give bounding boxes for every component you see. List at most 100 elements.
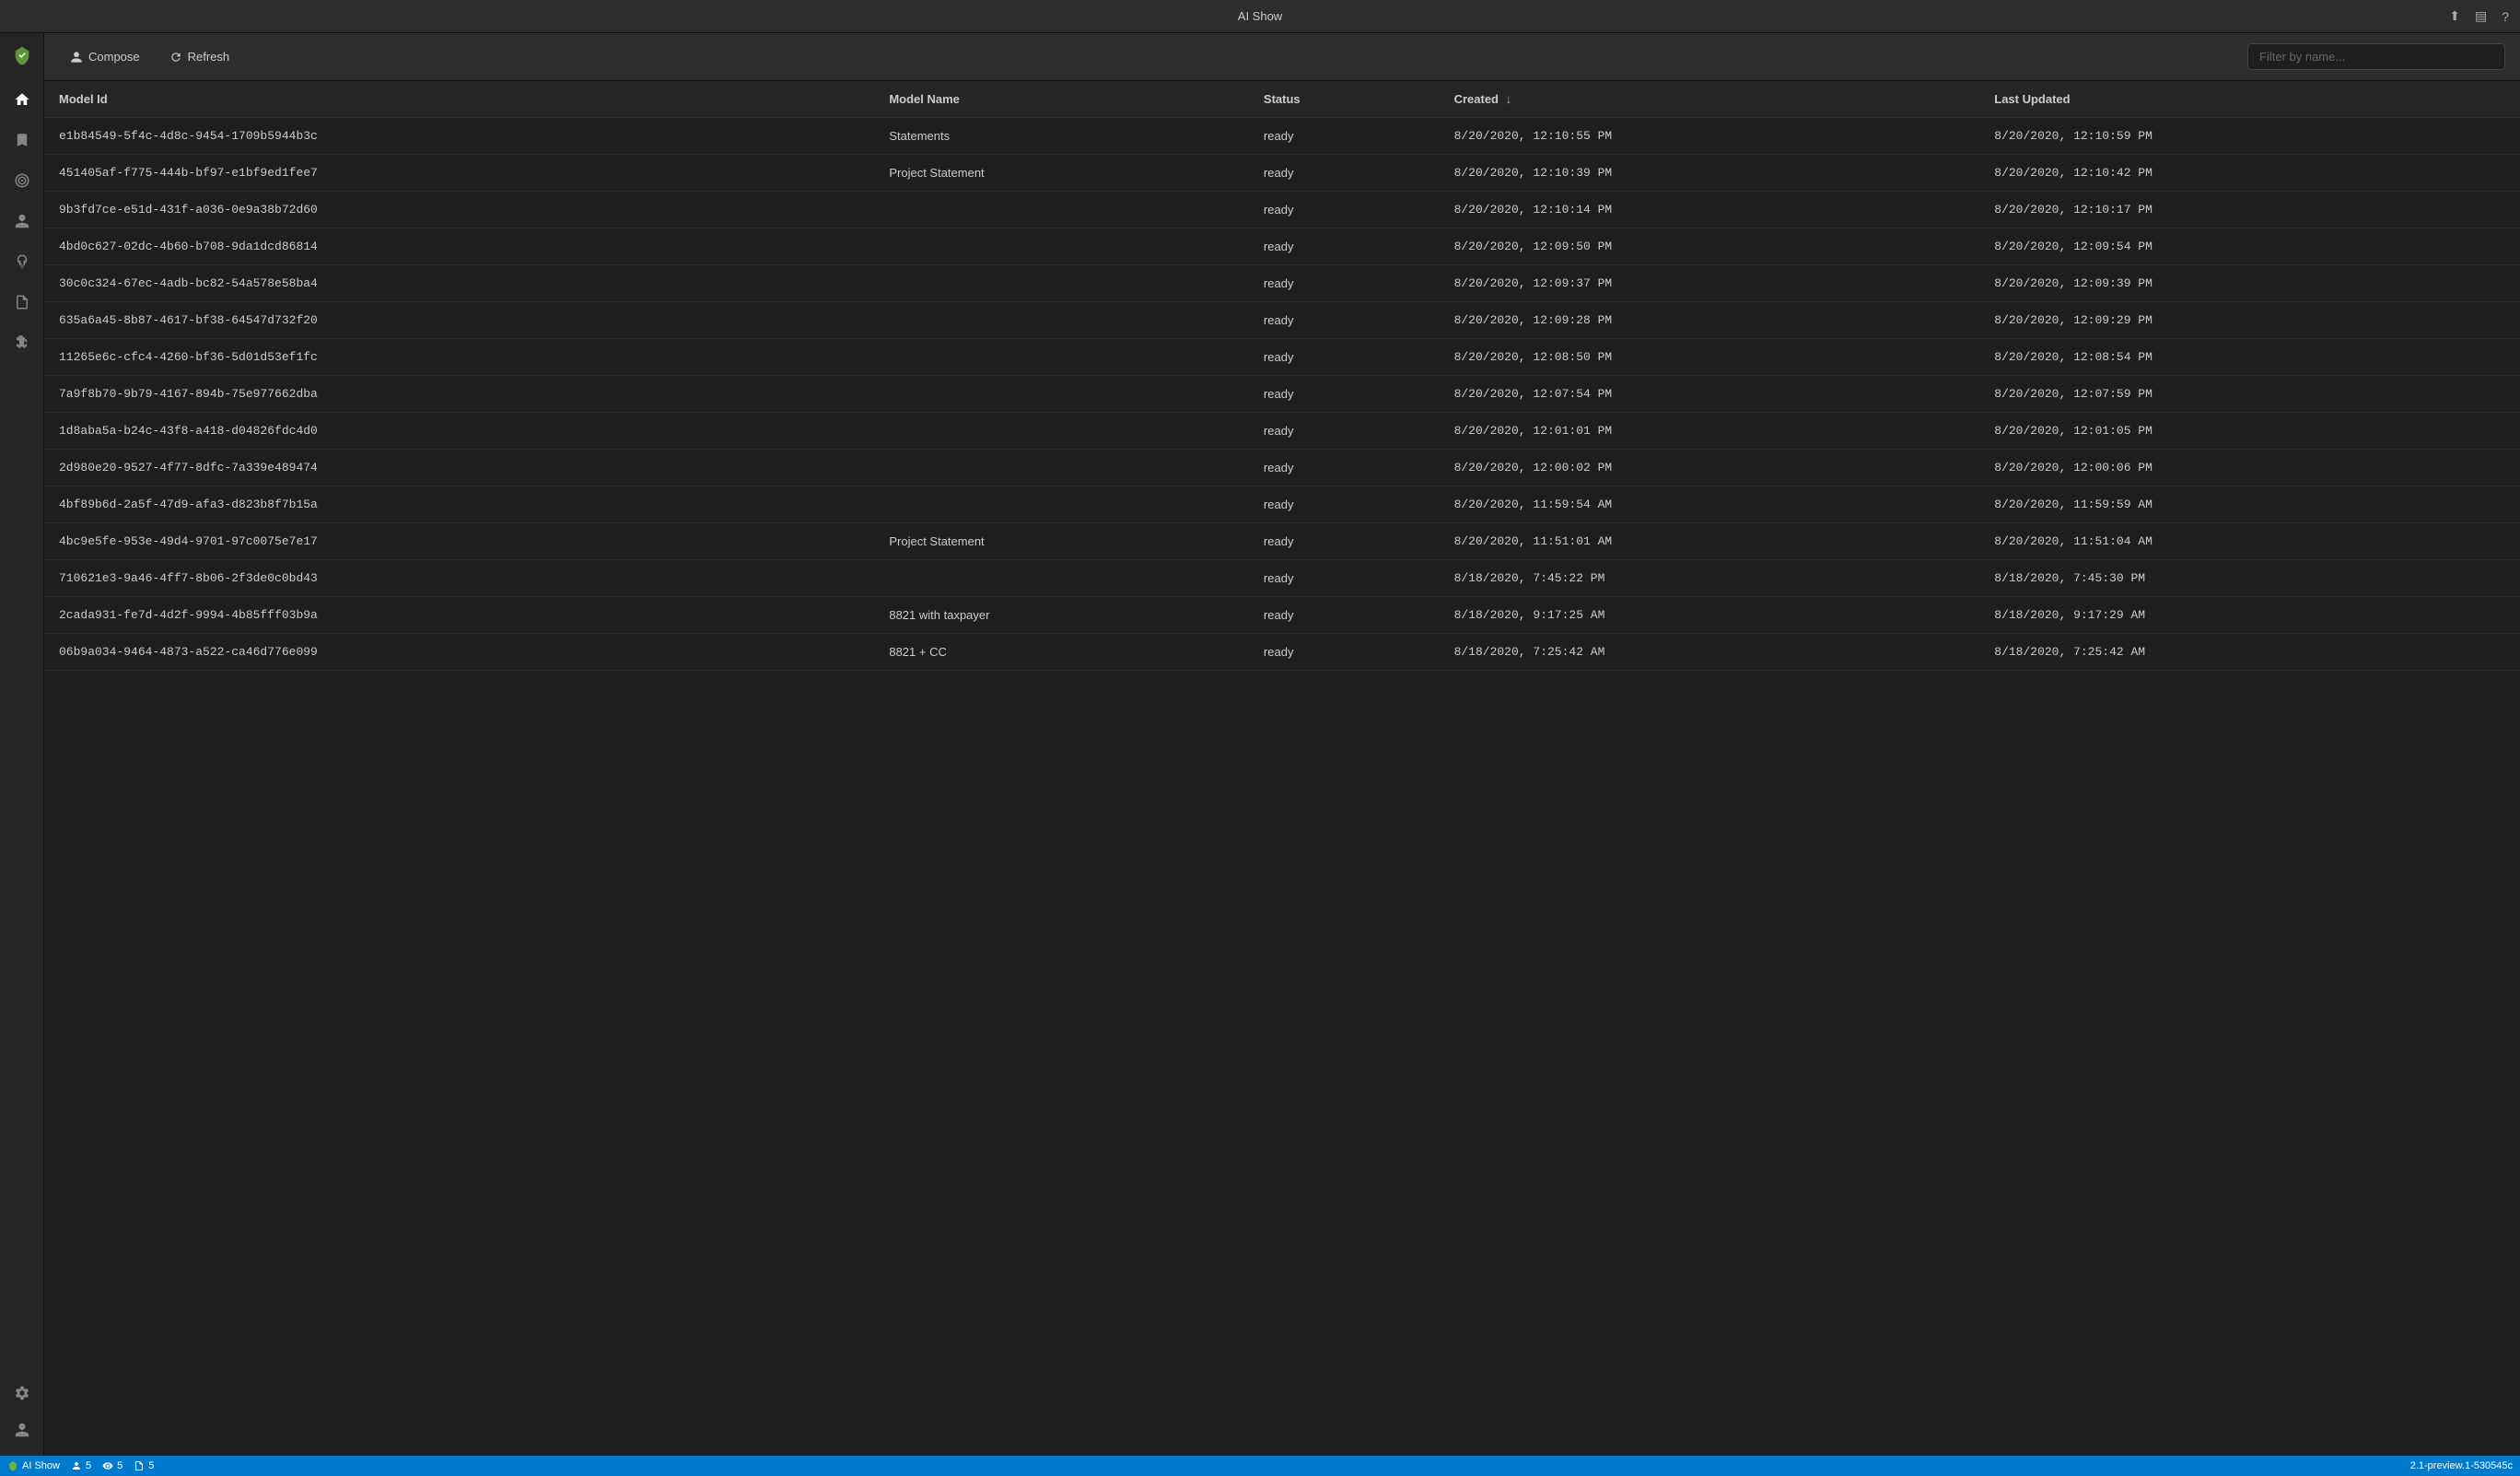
col-model-name[interactable]: Model Name xyxy=(874,81,1249,118)
cell-status: ready xyxy=(1249,302,1440,339)
statusbar-left: AI Show 5 5 5 xyxy=(7,1460,154,1471)
cell-model-id: 7a9f8b70-9b79-4167-894b-75e977662dba xyxy=(44,376,874,413)
table-row[interactable]: 4bd0c627-02dc-4b60-b708-9da1dcd86814 read… xyxy=(44,228,2520,265)
cell-last-updated: 8/20/2020, 12:00:06 PM xyxy=(1979,450,2520,486)
statusbar-eye-icon xyxy=(102,1460,113,1471)
cell-status: ready xyxy=(1249,155,1440,192)
cell-created: 8/20/2020, 12:07:54 PM xyxy=(1440,376,1980,413)
cell-last-updated: 8/20/2020, 12:08:54 PM xyxy=(1979,339,2520,376)
col-created[interactable]: Created ↓ xyxy=(1440,81,1980,118)
table-row[interactable]: 635a6a45-8b87-4617-bf38-64547d732f20read… xyxy=(44,302,2520,339)
table-row[interactable]: 11265e6c-cfc4-4260-bf36-5d01d53ef1fcread… xyxy=(44,339,2520,376)
sidebar-item-plugin[interactable] xyxy=(4,324,41,361)
col-model-id[interactable]: Model Id xyxy=(44,81,874,118)
cell-model-id: 4bd0c627-02dc-4b60-b708-9da1dcd86814 xyxy=(44,228,874,265)
cell-created: 8/20/2020, 12:10:14 PM xyxy=(1440,192,1980,228)
help-icon[interactable]: ? xyxy=(2502,9,2509,24)
table-row[interactable]: 451405af-f775-444b-bf97-e1bf9ed1fee7Proj… xyxy=(44,155,2520,192)
filter-input[interactable] xyxy=(2247,43,2505,70)
cell-model-name xyxy=(874,302,1249,339)
cell-model-name: Project Statement xyxy=(874,155,1249,192)
table-row[interactable]: 2cada931-fe7d-4d2f-9994-4b85fff03b9a8821… xyxy=(44,597,2520,634)
cell-created: 8/20/2020, 12:10:55 PM xyxy=(1440,118,1980,155)
refresh-button[interactable]: Refresh xyxy=(158,44,241,69)
cell-model-name xyxy=(874,265,1249,302)
table-row[interactable]: 710621e3-9a46-4ff7-8b06-2f3de0c0bd43 read… xyxy=(44,560,2520,597)
sidebar-item-person[interactable] xyxy=(4,203,41,240)
cell-model-id: 1d8aba5a-b24c-43f8-a418-d04826fdc4d0 xyxy=(44,413,874,450)
sidebar-item-lightbulb[interactable] xyxy=(4,243,41,280)
cell-last-updated: 8/20/2020, 12:10:42 PM xyxy=(1979,155,2520,192)
models-table: Model Id Model Name Status Created ↓ Las… xyxy=(44,81,2520,671)
cell-last-updated: 8/20/2020, 11:51:04 AM xyxy=(1979,523,2520,560)
cell-created: 8/20/2020, 11:59:54 AM xyxy=(1440,486,1980,523)
cell-created: 8/18/2020, 9:17:25 AM xyxy=(1440,597,1980,634)
cell-last-updated: 8/20/2020, 12:01:05 PM xyxy=(1979,413,2520,450)
cell-last-updated: 8/20/2020, 12:10:17 PM xyxy=(1979,192,2520,228)
table-row[interactable]: 2d980e20-9527-4f77-8dfc-7a339e489474read… xyxy=(44,450,2520,486)
table-row[interactable]: 9b3fd7ce-e51d-431f-a036-0e9a38b72d60read… xyxy=(44,192,2520,228)
sidebar-item-account[interactable] xyxy=(4,1412,41,1448)
refresh-icon xyxy=(169,51,182,64)
cell-status: ready xyxy=(1249,560,1440,597)
cell-model-name xyxy=(874,192,1249,228)
layout-icon[interactable]: ▤ xyxy=(2475,8,2487,24)
cell-model-name: 8821 + CC xyxy=(874,634,1249,671)
sidebar-item-bookmark[interactable] xyxy=(4,122,41,158)
cell-created: 8/20/2020, 11:51:01 AM xyxy=(1440,523,1980,560)
models-table-container[interactable]: Model Id Model Name Status Created ↓ Las… xyxy=(44,81,2520,1456)
cell-status: ready xyxy=(1249,192,1440,228)
cell-last-updated: 8/18/2020, 9:17:29 AM xyxy=(1979,597,2520,634)
cell-status: ready xyxy=(1249,450,1440,486)
app-body: Compose Refresh Model Id Model Name Stat… xyxy=(0,33,2520,1456)
cell-created: 8/20/2020, 12:09:50 PM xyxy=(1440,228,1980,265)
cell-created: 8/20/2020, 12:08:50 PM xyxy=(1440,339,1980,376)
table-row[interactable]: 30c0c324-67ec-4adb-bc82-54a578e58ba4 read… xyxy=(44,265,2520,302)
statusbar-count3: 5 xyxy=(134,1460,154,1471)
statusbar-person-icon xyxy=(71,1460,82,1471)
table-row[interactable]: 4bc9e5fe-953e-49d4-9701-97c0075e7e17Proj… xyxy=(44,523,2520,560)
statusbar-doc-icon xyxy=(134,1460,145,1471)
table-row[interactable]: 06b9a034-9464-4873-a522-ca46d776e0998821… xyxy=(44,634,2520,671)
cell-model-id: 30c0c324-67ec-4adb-bc82-54a578e58ba4 xyxy=(44,265,874,302)
cell-model-id: 06b9a034-9464-4873-a522-ca46d776e099 xyxy=(44,634,874,671)
cell-status: ready xyxy=(1249,265,1440,302)
statusbar-count2: 5 xyxy=(102,1460,122,1471)
sidebar-logo xyxy=(7,41,37,70)
compose-button[interactable]: Compose xyxy=(59,44,151,69)
table-header: Model Id Model Name Status Created ↓ Las… xyxy=(44,81,2520,118)
cell-model-id: 710621e3-9a46-4ff7-8b06-2f3de0c0bd43 xyxy=(44,560,874,597)
table-row[interactable]: e1b84549-5f4c-4d8c-9454-1709b5944b3cStat… xyxy=(44,118,2520,155)
table-row[interactable]: 4bf89b6d-2a5f-47d9-afa3-d823b8f7b15a read… xyxy=(44,486,2520,523)
cell-created: 8/18/2020, 7:25:42 AM xyxy=(1440,634,1980,671)
cell-model-id: e1b84549-5f4c-4d8c-9454-1709b5944b3c xyxy=(44,118,874,155)
col-last-updated[interactable]: Last Updated xyxy=(1979,81,2520,118)
cell-status: ready xyxy=(1249,523,1440,560)
cell-last-updated: 8/20/2020, 12:09:54 PM xyxy=(1979,228,2520,265)
table-row[interactable]: 7a9f8b70-9b79-4167-894b-75e977662dba read… xyxy=(44,376,2520,413)
cell-last-updated: 8/18/2020, 7:25:42 AM xyxy=(1979,634,2520,671)
cell-model-name xyxy=(874,450,1249,486)
cell-status: ready xyxy=(1249,486,1440,523)
cell-model-name xyxy=(874,339,1249,376)
cell-created: 8/20/2020, 12:09:28 PM xyxy=(1440,302,1980,339)
cell-model-id: 4bf89b6d-2a5f-47d9-afa3-d823b8f7b15a xyxy=(44,486,874,523)
cell-status: ready xyxy=(1249,376,1440,413)
table-body: e1b84549-5f4c-4d8c-9454-1709b5944b3cStat… xyxy=(44,118,2520,671)
compose-icon xyxy=(70,51,83,64)
col-status[interactable]: Status xyxy=(1249,81,1440,118)
cell-model-name: Statements xyxy=(874,118,1249,155)
share-icon[interactable]: ⬆ xyxy=(2449,8,2460,24)
cell-status: ready xyxy=(1249,597,1440,634)
cell-status: ready xyxy=(1249,228,1440,265)
app-title: AI Show xyxy=(1238,9,1282,23)
cell-model-name: Project Statement xyxy=(874,523,1249,560)
sidebar-item-settings[interactable] xyxy=(4,1375,41,1412)
cell-status: ready xyxy=(1249,413,1440,450)
sidebar-item-target[interactable] xyxy=(4,162,41,199)
table-row[interactable]: 1d8aba5a-b24c-43f8-a418-d04826fdc4d0 read… xyxy=(44,413,2520,450)
cell-created: 8/20/2020, 12:01:01 PM xyxy=(1440,413,1980,450)
cell-status: ready xyxy=(1249,118,1440,155)
sidebar-item-home[interactable] xyxy=(4,81,41,118)
sidebar-item-document[interactable] xyxy=(4,284,41,321)
